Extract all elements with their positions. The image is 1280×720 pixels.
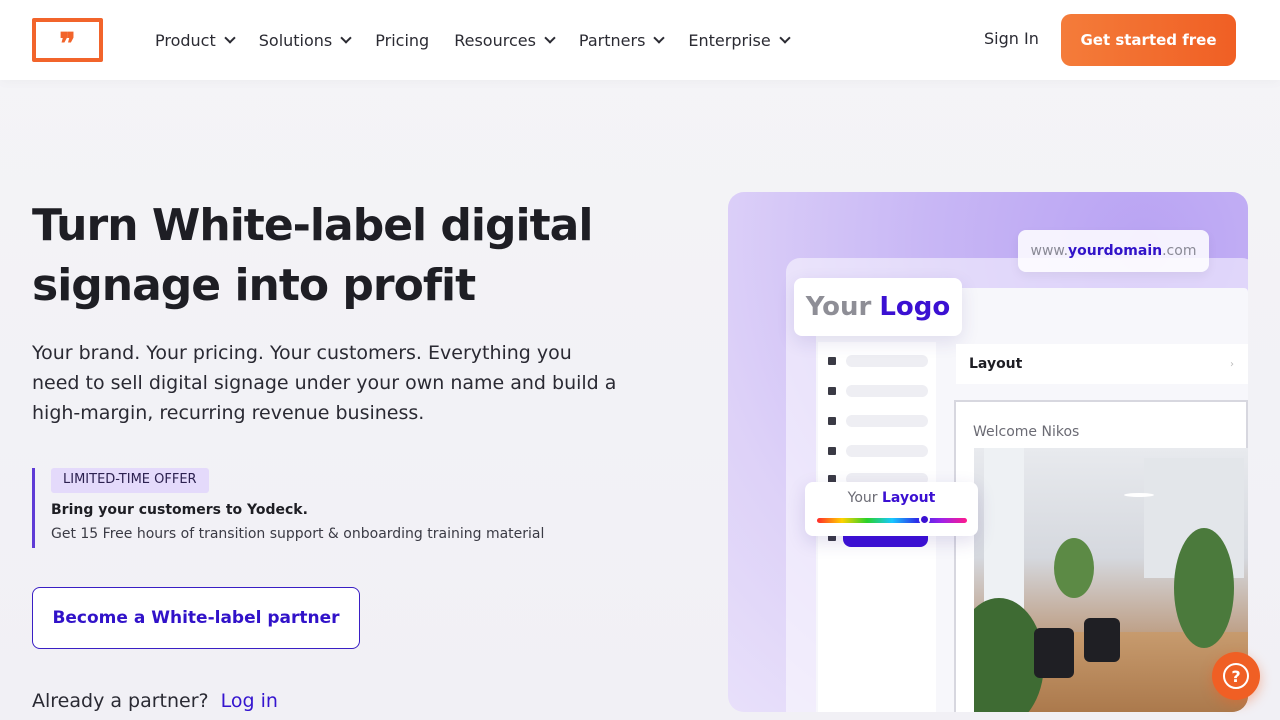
get-started-button[interactable]: Get started free <box>1061 14 1236 66</box>
hero-lead-text: Your brand. Your pricing. Your customers… <box>32 342 617 424</box>
offer-badge: LIMITED-TIME OFFER <box>51 468 209 493</box>
color-word-text: Layout <box>882 490 936 506</box>
chair <box>1084 618 1120 662</box>
chevron-down-icon <box>340 31 352 44</box>
menu-item-partners[interactable]: Partners <box>578 30 666 50</box>
chevron-down-icon <box>779 31 791 44</box>
already-partner-line: Already a partner? Log in <box>32 690 278 712</box>
question-icon: ? <box>1223 663 1249 689</box>
sign-in-link[interactable]: Sign In <box>984 29 1039 48</box>
yodeck-logo[interactable]: ❞ <box>32 18 103 62</box>
chevron-down-icon <box>653 31 666 44</box>
menu-label: Pricing <box>375 30 430 50</box>
menu-label: Product <box>155 30 216 50</box>
quote-logo-icon: ❞ <box>59 27 76 62</box>
playlist-icon <box>828 447 836 455</box>
folder-icon <box>828 387 836 395</box>
screen-preview: Welcome Nikos <box>954 400 1248 712</box>
menu-item-enterprise[interactable]: Enterprise <box>688 30 791 50</box>
placeholder-bar <box>846 415 928 427</box>
headline-line-1: Turn White-label digital <box>32 200 593 251</box>
office-photo <box>974 448 1248 712</box>
domain-suffix: .com <box>1162 243 1197 259</box>
welcome-text: Welcome Nikos <box>973 424 1080 440</box>
color-your-text: Your <box>847 490 878 506</box>
offer-description: Get 15 Free hours of transition support … <box>51 526 545 542</box>
offer-title: Bring your customers to Yodeck. <box>51 502 308 518</box>
chevron-down-icon <box>224 31 236 44</box>
logo-word-text: Logo <box>879 292 951 322</box>
domain-pill: www. yourdomain .com <box>1018 230 1209 272</box>
logo-your-text: Your <box>805 292 872 322</box>
already-partner-text: Already a partner? <box>32 690 209 712</box>
menu-item-product[interactable]: Product <box>155 30 236 50</box>
chart-icon <box>828 357 836 365</box>
sidebar-row <box>828 414 928 428</box>
sidebar-row <box>828 444 928 458</box>
sidebar-row <box>828 354 928 368</box>
chair <box>1034 628 1074 678</box>
hero-headline: Turn White-label digital signage into pr… <box>32 196 652 316</box>
become-partner-button[interactable]: Become a White-label partner <box>32 587 360 649</box>
top-navigation: ❞ Product Solutions Pricing Resources Pa… <box>0 0 1280 80</box>
log-in-link[interactable]: Log in <box>221 690 278 712</box>
main-menu: Product Solutions Pricing Resources Part… <box>155 0 814 80</box>
menu-item-solutions[interactable]: Solutions <box>258 30 352 50</box>
chevron-down-icon <box>544 31 556 44</box>
menu-label: Solutions <box>258 30 333 50</box>
color-picker-label: Your Layout <box>805 490 978 506</box>
your-logo-card: Your Logo <box>794 278 962 336</box>
placeholder-bar <box>846 385 928 397</box>
domain-prefix: www. <box>1030 243 1069 259</box>
chevron-right-icon: › <box>1230 358 1234 370</box>
headline-line-2: signage into profit <box>32 260 476 311</box>
ceiling-light <box>1124 493 1154 497</box>
menu-label: Resources <box>454 30 536 50</box>
menu-label: Enterprise <box>688 30 771 50</box>
limited-offer-callout: LIMITED-TIME OFFER Bring your customers … <box>32 468 592 548</box>
placeholder-bar <box>846 355 928 367</box>
color-knob <box>919 514 930 525</box>
grid-icon <box>828 417 836 425</box>
layout-row: Layout › <box>956 344 1248 384</box>
help-button[interactable]: ? <box>1212 652 1260 700</box>
plant <box>1174 528 1234 648</box>
placeholder-bar <box>846 445 928 457</box>
plant <box>1054 538 1094 598</box>
layout-label: Layout <box>969 356 1023 372</box>
layout-color-picker: Your Layout <box>805 482 978 536</box>
domain-name: yourdomain <box>1068 243 1163 259</box>
menu-item-pricing[interactable]: Pricing <box>375 31 429 50</box>
color-spectrum <box>817 518 967 523</box>
white-label-illustration: www. yourdomain .com Your Logo Layout › Wel… <box>728 192 1248 712</box>
menu-label: Partners <box>578 30 646 50</box>
sidebar-row <box>828 384 928 398</box>
menu-item-resources[interactable]: Resources <box>454 30 556 50</box>
sidebar-active-button <box>843 536 928 547</box>
